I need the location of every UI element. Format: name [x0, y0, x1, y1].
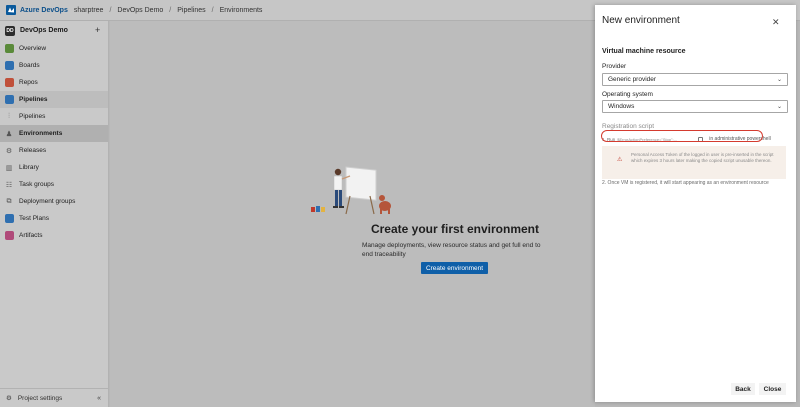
registration-step-2: 2. Once VM is registered, it will start …	[602, 180, 769, 186]
task-groups-icon: ☷	[5, 181, 13, 189]
sidebar-item-pipelines-section[interactable]: Pipelines	[0, 91, 108, 108]
azure-devops-logo-icon[interactable]	[6, 5, 16, 15]
new-environment-panel: New environment ✕ Virtual machine resour…	[595, 5, 796, 402]
sidebar-item-label: Task groups	[19, 181, 55, 188]
os-label: Operating system	[602, 91, 653, 98]
brand-link[interactable]: Azure DevOps	[20, 7, 68, 14]
sidebar-item-boards[interactable]: Boards	[0, 57, 108, 74]
breadcrumb-section[interactable]: Pipelines	[177, 7, 205, 14]
create-environment-button[interactable]: Create environment	[421, 262, 488, 274]
deployment-groups-icon: ⧉	[6, 197, 12, 205]
highlight-annotation	[601, 130, 763, 142]
section-title: Virtual machine resource	[602, 48, 686, 55]
sidebar-item-overview[interactable]: Overview	[0, 40, 108, 57]
breadcrumb-separator: /	[109, 6, 112, 14]
warning-banner: ⚠ Personal Access Token of the logged in…	[602, 146, 786, 179]
sidebar-item-label: Repos	[19, 79, 38, 86]
gear-icon: ⚙	[6, 395, 12, 402]
sidebar-item-label: Releases	[19, 147, 47, 154]
breadcrumb-org[interactable]: sharptree	[74, 7, 104, 14]
sidebar-item-label: Test Plans	[19, 215, 49, 222]
chevron-down-icon: ⌄	[776, 77, 782, 83]
environments-icon: ♟	[5, 130, 13, 138]
sidebar-item-label: Pipelines	[19, 96, 48, 103]
sidebar-item-label: Library	[19, 164, 39, 171]
pipelines-icon	[5, 95, 14, 104]
pipelines-sub-icon: ⫶	[8, 112, 10, 120]
project-name[interactable]: DevOps Demo	[20, 27, 68, 34]
project-header[interactable]: DD DevOps Demo +	[0, 21, 108, 40]
back-button[interactable]: Back	[731, 383, 755, 395]
breadcrumb-project[interactable]: DevOps Demo	[117, 7, 163, 14]
repos-icon	[5, 78, 14, 87]
project-settings-button[interactable]: ⚙ Project settings «	[0, 388, 109, 407]
library-icon: ▥	[5, 164, 13, 172]
empty-state-subtitle: Manage deployments, view resource status…	[362, 242, 541, 258]
boards-icon	[5, 61, 14, 70]
test-plans-icon	[5, 214, 14, 223]
sidebar-item-label: Deployment groups	[19, 198, 76, 205]
provider-dropdown[interactable]: Generic provider ⌄	[602, 73, 788, 86]
provider-value: Generic provider	[608, 76, 657, 83]
provider-label: Provider	[602, 63, 627, 70]
warning-icon: ⚠	[617, 157, 623, 163]
sidebar-item-label: Environments	[19, 130, 63, 137]
sidebar-item-releases[interactable]: ⚙ Releases	[0, 142, 108, 159]
empty-state-title: Create your first environment	[370, 222, 540, 236]
breadcrumb-page[interactable]: Environments	[220, 7, 263, 14]
sidebar: DD DevOps Demo + Overview Boards Repos P…	[0, 21, 109, 407]
collapse-sidebar-icon[interactable]: «	[97, 395, 101, 402]
sidebar-item-environments[interactable]: ♟ Environments	[0, 125, 108, 142]
project-avatar: DD	[5, 25, 15, 36]
chevron-down-icon: ⌄	[776, 104, 782, 110]
sidebar-item-deployment-groups[interactable]: ⧉ Deployment groups	[0, 193, 108, 210]
add-icon[interactable]: +	[95, 25, 100, 35]
sidebar-item-label: Overview	[19, 45, 47, 52]
sidebar-item-artifacts[interactable]: Artifacts	[0, 227, 108, 244]
releases-icon: ⚙	[5, 147, 13, 155]
warning-text: Personal Access Token of the logged in u…	[631, 152, 774, 163]
sidebar-item-task-groups[interactable]: ☷ Task groups	[0, 176, 108, 193]
panel-title: New environment	[602, 15, 680, 26]
breadcrumb-separator: /	[169, 6, 172, 14]
sidebar-item-test-plans[interactable]: Test Plans	[0, 210, 108, 227]
artifacts-icon	[5, 231, 14, 240]
os-value: Windows	[608, 103, 635, 110]
sidebar-item-label: Boards	[19, 62, 40, 69]
sidebar-item-label: Artifacts	[19, 232, 43, 239]
sidebar-item-label: Pipelines	[19, 113, 46, 120]
sidebar-item-library[interactable]: ▥ Library	[0, 159, 108, 176]
sidebar-item-pipelines[interactable]: ⫶ Pipelines	[0, 108, 108, 125]
os-dropdown[interactable]: Windows ⌄	[602, 100, 788, 113]
registration-script-label: Registration script	[602, 123, 655, 130]
breadcrumb-separator: /	[211, 6, 214, 14]
close-icon[interactable]: ✕	[772, 17, 780, 28]
project-settings-label: Project settings	[17, 394, 63, 402]
sidebar-item-repos[interactable]: Repos	[0, 74, 108, 91]
overview-icon	[5, 44, 14, 53]
close-button[interactable]: Close	[759, 383, 786, 395]
empty-state-illustration	[311, 166, 391, 215]
